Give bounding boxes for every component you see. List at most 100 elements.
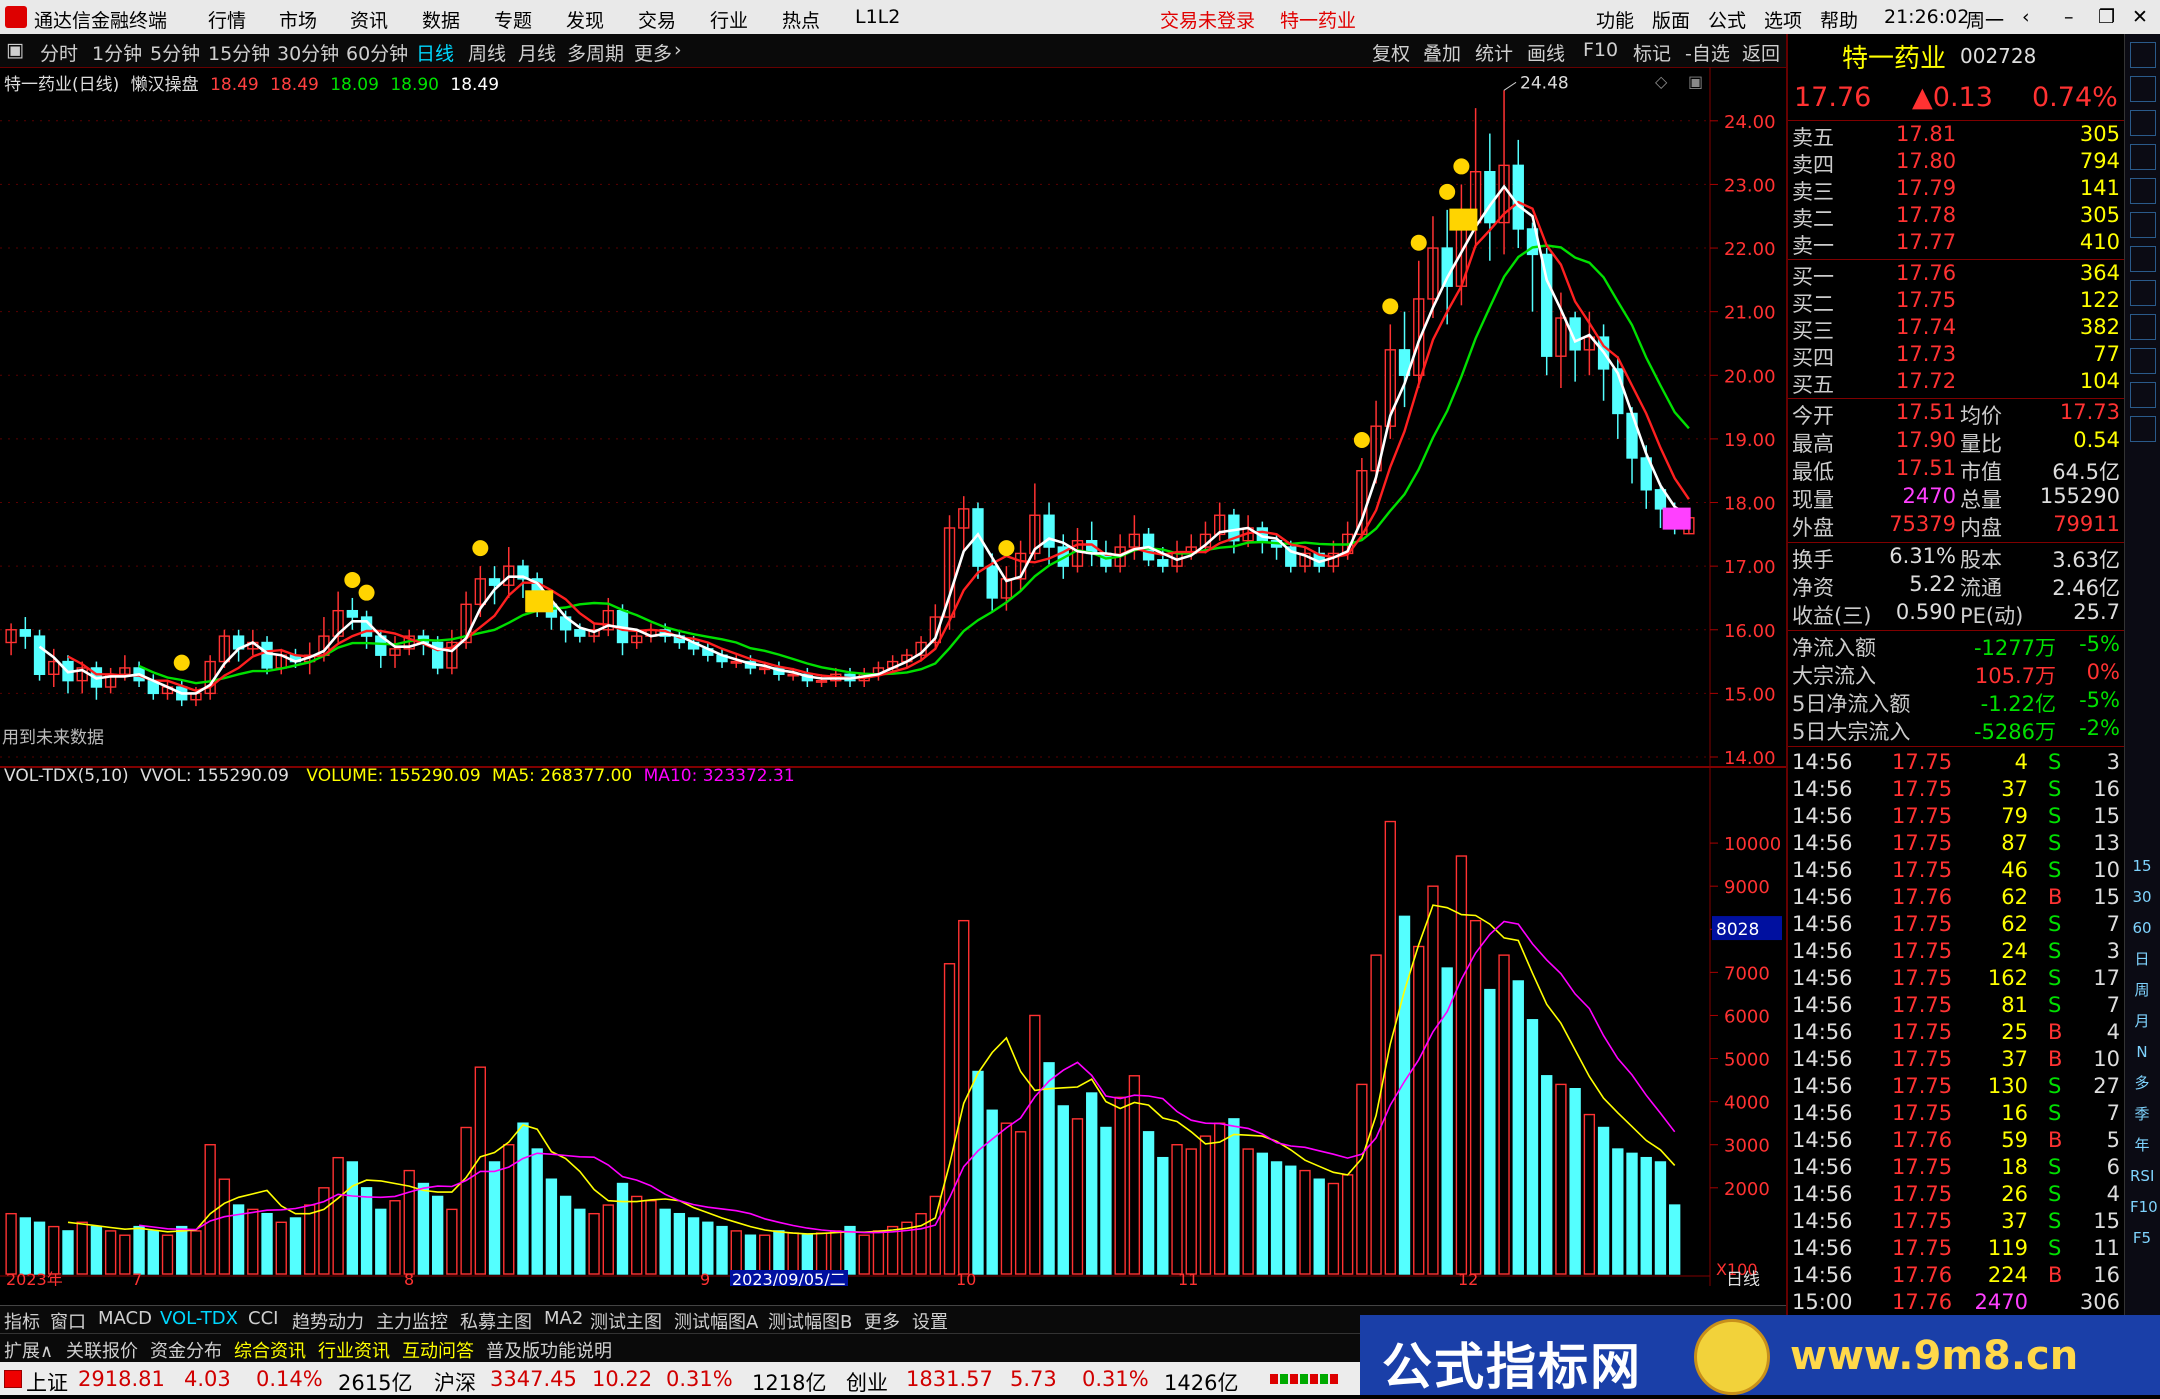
tab-cci[interactable]: CCI xyxy=(248,1308,278,1329)
side-button[interactable]: 周 xyxy=(2130,978,2154,1002)
menu-function[interactable]: 功能 xyxy=(1596,6,1634,33)
hs-name[interactable]: 沪深 xyxy=(434,1367,476,1397)
tab-private-main[interactable]: 私募主图 xyxy=(460,1308,532,1334)
volume-chart-panel[interactable]: 1000090008000700060005000400030002000802… xyxy=(0,766,1786,1290)
menu-topics[interactable]: 专题 xyxy=(494,6,532,33)
tab-test-sub-b[interactable]: 测试幅图B xyxy=(768,1308,852,1334)
restore-icon[interactable]: ❐ xyxy=(2098,6,2115,28)
tab-trend-power[interactable]: 趋势动力 xyxy=(292,1308,364,1334)
menu-formula[interactable]: 公式 xyxy=(1708,6,1746,33)
arrow-up-icon[interactable] xyxy=(2130,76,2156,102)
window-icon[interactable]: ▣ xyxy=(1688,72,1703,91)
bar-icon[interactable] xyxy=(2130,246,2156,272)
period-more[interactable]: 更多 xyxy=(634,39,672,66)
menu-industry[interactable]: 行业 xyxy=(710,6,748,33)
menu-hot[interactable]: 热点 xyxy=(782,6,820,33)
toolbar-restore-rights[interactable]: 复权 xyxy=(1372,39,1410,66)
tab-macd[interactable]: MACD xyxy=(98,1308,152,1329)
period-15min[interactable]: 15分钟 xyxy=(208,39,270,66)
side-button[interactable]: F5 xyxy=(2130,1226,2154,1250)
tab-ma2[interactable]: MA2 xyxy=(544,1308,583,1329)
toolbar-overlay[interactable]: 叠加 xyxy=(1423,39,1461,66)
kline-chart-panel[interactable]: 24.00 23.00 22.00 21.00 20.00 19.00 18.00 17.00… xyxy=(0,67,1786,769)
side-button[interactable]: 年 xyxy=(2130,1133,2154,1157)
period-daily[interactable]: 日线 xyxy=(416,39,454,66)
menu-discover[interactable]: 发现 xyxy=(566,6,604,33)
tab-expand[interactable]: 扩展∧ xyxy=(4,1337,53,1363)
side-button[interactable]: F10 xyxy=(2130,1195,2158,1219)
menu-market[interactable]: 市场 xyxy=(279,6,317,33)
toolbar-statistics[interactable]: 统计 xyxy=(1475,39,1513,66)
side-button[interactable]: 30 xyxy=(2130,885,2154,909)
period-monthly[interactable]: 月线 xyxy=(518,39,556,66)
fund-icon[interactable] xyxy=(2130,314,2156,340)
side-button[interactable]: 月 xyxy=(2130,1009,2154,1033)
target-icon[interactable] xyxy=(2130,416,2156,442)
period-5min[interactable]: 5分钟 xyxy=(150,39,200,66)
tab-general-news[interactable]: 综合资讯 xyxy=(234,1337,306,1363)
menu-options[interactable]: 选项 xyxy=(1764,6,1802,33)
side-button[interactable]: RSI xyxy=(2130,1164,2154,1188)
tab-related-quote[interactable]: 关联报价 xyxy=(66,1337,138,1363)
tab-industry-news[interactable]: 行业资讯 xyxy=(318,1337,390,1363)
tab-test-main[interactable]: 测试主图 xyxy=(590,1308,662,1334)
chevron-up-icon[interactable] xyxy=(2130,42,2156,68)
trade-login-status[interactable]: 交易未登录 xyxy=(1160,6,1255,33)
back-icon[interactable]: ‹ xyxy=(2022,6,2030,28)
toolbar-draw[interactable]: 画线 xyxy=(1527,39,1565,66)
cy-name[interactable]: 创业 xyxy=(846,1367,888,1397)
tab-qa[interactable]: 互动问答 xyxy=(402,1337,474,1363)
period-60min[interactable]: 60分钟 xyxy=(346,39,408,66)
tab-indicator[interactable]: 指标 xyxy=(4,1308,40,1334)
chart-indicator[interactable]: 懒汉操盘 xyxy=(131,75,199,95)
diamond-icon[interactable]: ◇ xyxy=(1655,72,1667,91)
sh-name[interactable]: 上证 xyxy=(26,1367,68,1397)
minimize-icon[interactable]: – xyxy=(2064,6,2074,28)
toolbar-f10[interactable]: F10 xyxy=(1583,39,1618,61)
toolbar-back[interactable]: 返回 xyxy=(1742,39,1780,66)
close-icon[interactable]: ✕ xyxy=(2132,6,2148,28)
chart-icon[interactable] xyxy=(2130,212,2156,238)
list-icon[interactable] xyxy=(2130,280,2156,306)
menu-trade[interactable]: 交易 xyxy=(638,6,676,33)
menu-data[interactable]: 数据 xyxy=(422,6,460,33)
kline-chart[interactable]: 24.00 23.00 22.00 21.00 20.00 19.00 18.00 17.00… xyxy=(0,67,1786,769)
tab-feature-guide[interactable]: 普及版功能说明 xyxy=(486,1337,612,1363)
arrow-down-icon[interactable] xyxy=(2130,110,2156,136)
tab-test-sub-a[interactable]: 测试幅图A xyxy=(674,1308,758,1334)
market-breadth-icon[interactable] xyxy=(1270,1374,1340,1384)
panel-toggle-icon[interactable]: ▣ xyxy=(6,39,24,61)
chevron-right-icon[interactable]: › xyxy=(674,39,682,61)
market-icon[interactable] xyxy=(4,1370,22,1388)
tab-settings[interactable]: 设置 xyxy=(912,1308,948,1334)
menu-help[interactable]: 帮助 xyxy=(1820,6,1858,33)
toolbar-watchlist[interactable]: -自选 xyxy=(1685,39,1730,66)
side-button[interactable]: 多 xyxy=(2130,1071,2154,1095)
side-button[interactable]: 60 xyxy=(2130,916,2154,940)
tab-more[interactable]: 更多 xyxy=(864,1308,900,1334)
menu-l1l2[interactable]: L1L2 xyxy=(855,6,900,28)
volume-indicator-label[interactable]: VOL-TDX(5,10) xyxy=(4,766,129,786)
text-icon[interactable] xyxy=(2130,348,2156,374)
volume-chart[interactable]: 1000090008000700060005000400030002000802… xyxy=(0,766,1786,1290)
tab-vol-tdx[interactable]: VOL-TDX xyxy=(160,1308,238,1329)
period-30min[interactable]: 30分钟 xyxy=(277,39,339,66)
tab-fund-distribution[interactable]: 资金分布 xyxy=(150,1337,222,1363)
period-timeshare[interactable]: 分时 xyxy=(40,39,78,66)
menu-icon[interactable] xyxy=(2130,382,2156,408)
side-button[interactable]: 15 xyxy=(2130,854,2154,878)
menu-quotes[interactable]: 行情 xyxy=(208,6,246,33)
menu-layout[interactable]: 版面 xyxy=(1652,6,1690,33)
period-multi[interactable]: 多周期 xyxy=(567,39,624,66)
grid-icon[interactable] xyxy=(2130,144,2156,170)
table-icon[interactable] xyxy=(2130,178,2156,204)
tab-main-monitor[interactable]: 主力监控 xyxy=(376,1308,448,1334)
tab-window[interactable]: 窗口 xyxy=(50,1308,86,1334)
period-1min[interactable]: 1分钟 xyxy=(92,39,142,66)
side-button[interactable]: 季 xyxy=(2130,1102,2154,1126)
menu-news[interactable]: 资讯 xyxy=(350,6,388,33)
period-weekly[interactable]: 周线 xyxy=(468,39,506,66)
side-button[interactable]: N xyxy=(2130,1040,2154,1064)
side-button[interactable]: 日 xyxy=(2130,947,2154,971)
toolbar-mark[interactable]: 标记 xyxy=(1633,39,1671,66)
